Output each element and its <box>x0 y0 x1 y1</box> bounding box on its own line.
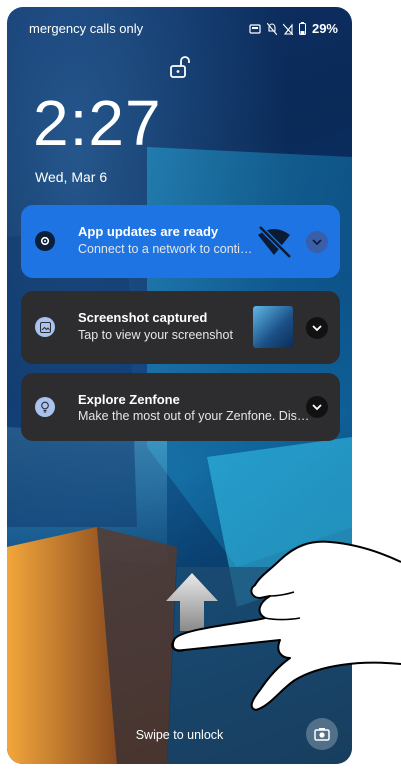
sim-card-icon <box>249 23 261 34</box>
battery-percent: 29% <box>311 21 338 36</box>
mute-icon <box>266 22 277 35</box>
status-icons: 29% <box>249 21 338 36</box>
expand-chevron-icon[interactable] <box>306 396 328 418</box>
expand-chevron-icon[interactable] <box>306 231 328 253</box>
expand-chevron-icon[interactable] <box>306 317 328 339</box>
wifi-off-icon <box>258 225 292 259</box>
swipe-to-unlock-hint[interactable]: Swipe to unlock <box>7 728 352 742</box>
camera-shortcut-button[interactable] <box>306 718 338 750</box>
notification-text: Make the most out of your Zenfone. Disco… <box>78 409 311 423</box>
unlock-icon <box>170 56 190 78</box>
image-icon <box>35 317 55 337</box>
notification-text: Connect to a network to continue <box>78 242 258 256</box>
screenshot-thumbnail[interactable] <box>253 306 293 348</box>
notification-title: App updates are ready <box>78 224 219 239</box>
notification-title: Screenshot captured <box>78 310 208 325</box>
hand-pointer-icon <box>171 540 401 711</box>
notification-text: Tap to view your screenshot <box>78 328 233 342</box>
clock-date: Wed, Mar 6 <box>35 169 108 185</box>
battery-icon <box>298 22 306 35</box>
carrier-text: mergency calls only <box>29 21 144 36</box>
notification-screenshot[interactable]: Screenshot captured Tap to view your scr… <box>21 291 340 364</box>
status-bar: mergency calls only 29% <box>29 21 338 39</box>
notification-title: Explore Zenfone <box>78 392 180 407</box>
notification-app-updates[interactable]: App updates are ready Connect to a netwo… <box>21 205 340 278</box>
clock-time: 2:27 <box>33 87 162 159</box>
no-signal-icon <box>282 22 293 35</box>
notification-explore-zenfone[interactable]: Explore Zenfone Make the most out of you… <box>21 373 340 441</box>
lightbulb-icon <box>35 397 55 417</box>
gear-icon <box>35 231 55 251</box>
camera-icon <box>314 728 330 741</box>
